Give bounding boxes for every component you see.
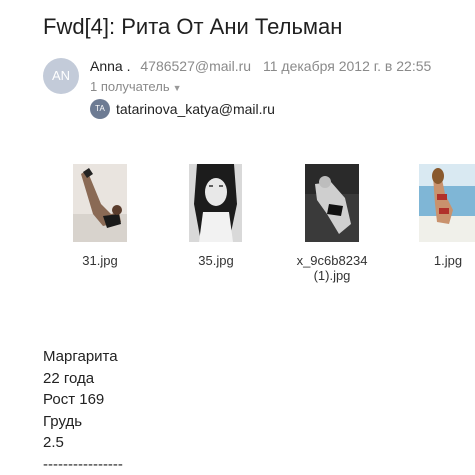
photo-thumbnail bbox=[305, 164, 359, 242]
photo-thumbnail bbox=[419, 164, 475, 242]
sender-avatar[interactable]: AN bbox=[43, 58, 79, 94]
message-body: Маргарита 22 года Рост 169 Грудь 2.5 ---… bbox=[43, 346, 123, 475]
body-line: Маргарита bbox=[43, 346, 123, 368]
recipient-email: tatarinova_katya@mail.ru bbox=[116, 101, 275, 117]
attachment-thumbnail-4[interactable] bbox=[419, 164, 475, 242]
from-line: Anna . 4786527@mail.ru 11 декабря 2012 г… bbox=[90, 58, 431, 74]
attachment-name-line-1: x_9c6b8234 bbox=[288, 253, 376, 268]
email-subject: Fwd[4]: Рита От Ани Тельман bbox=[43, 14, 342, 40]
attachment-name-1[interactable]: 31.jpg bbox=[60, 253, 140, 268]
body-line: ---------------- bbox=[43, 454, 123, 475]
attachment-name-2[interactable]: 35.jpg bbox=[176, 253, 256, 268]
attachment-name-3[interactable]: x_9c6b8234 (1).jpg bbox=[288, 253, 376, 283]
attachment-thumbnail-1[interactable] bbox=[73, 164, 127, 242]
recipient-chip[interactable]: TA tatarinova_katya@mail.ru bbox=[90, 99, 275, 119]
chevron-down-icon: ▼ bbox=[173, 83, 182, 93]
sent-date: 11 декабря 2012 г. в 22:55 bbox=[263, 58, 431, 74]
attachment-thumbnail-2[interactable] bbox=[189, 164, 242, 242]
attachment-name-4[interactable]: 1.jpg bbox=[420, 253, 475, 268]
sender-email[interactable]: 4786527@mail.ru bbox=[140, 58, 251, 74]
body-line: Грудь bbox=[43, 411, 123, 433]
attachment-name-line-2: (1).jpg bbox=[288, 268, 376, 283]
body-line: Рост 169 bbox=[43, 389, 123, 411]
photo-thumbnail bbox=[189, 164, 242, 242]
body-line: 2.5 bbox=[43, 432, 123, 454]
sender-name[interactable]: Anna . bbox=[90, 58, 130, 74]
recipients-toggle[interactable]: 1 получатель▼ bbox=[90, 79, 182, 94]
recipient-avatar: TA bbox=[90, 99, 110, 119]
body-line: 22 года bbox=[43, 368, 123, 390]
photo-thumbnail bbox=[73, 164, 127, 242]
recipients-count: 1 получатель bbox=[90, 79, 170, 94]
attachment-thumbnail-3[interactable] bbox=[305, 164, 359, 242]
